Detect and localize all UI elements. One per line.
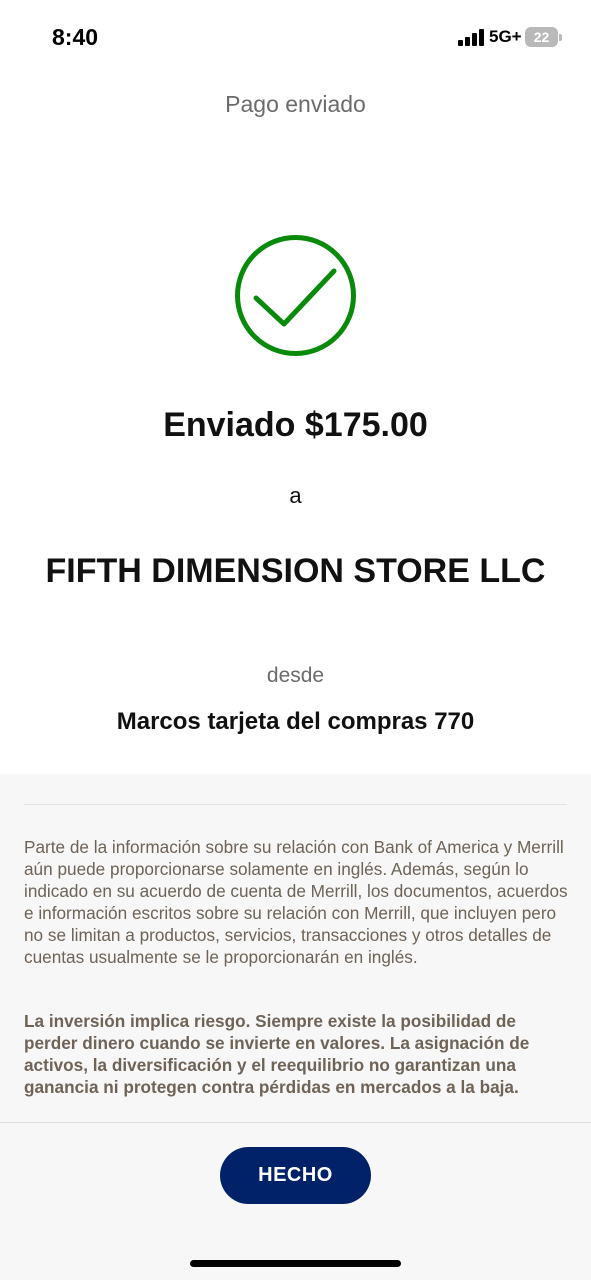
recipient-name: FIFTH DIMENSION STORE LLC — [45, 552, 546, 590]
network-type: 5G+ — [489, 27, 522, 46]
from-label: desde — [266, 664, 325, 687]
to-label: a — [289, 483, 302, 508]
home-indicator[interactable] — [190, 1260, 401, 1267]
done-button[interactable]: HECHO — [220, 1147, 371, 1204]
status-time: 8:40 — [52, 24, 99, 50]
investment-risk-disclosure: La inversión implica riesgo. Siempre exi… — [24, 1011, 530, 1097]
battery-level: 22 — [525, 27, 558, 47]
cellular-signal-icon — [458, 29, 486, 46]
disclosure-panel: Parte de la información sobre su relació… — [0, 774, 591, 1122]
language-disclosure: Parte de la información sobre su relació… — [24, 837, 568, 967]
payment-sent-screen: 8:40 5G+ 22 Pago enviado Enviado $175.00… — [0, 0, 591, 1280]
divider — [24, 804, 567, 805]
status-bar: 8:40 5G+ 22 — [0, 0, 591, 76]
battery-icon: 22 — [525, 27, 562, 47]
sent-amount: Enviado $175.00 — [163, 406, 428, 444]
check-circle-icon — [235, 235, 356, 356]
footer: HECHO — [0, 1122, 591, 1280]
page-title: Pago enviado — [225, 91, 366, 117]
source-account: Marcos tarjeta del compras 770 — [116, 708, 475, 735]
